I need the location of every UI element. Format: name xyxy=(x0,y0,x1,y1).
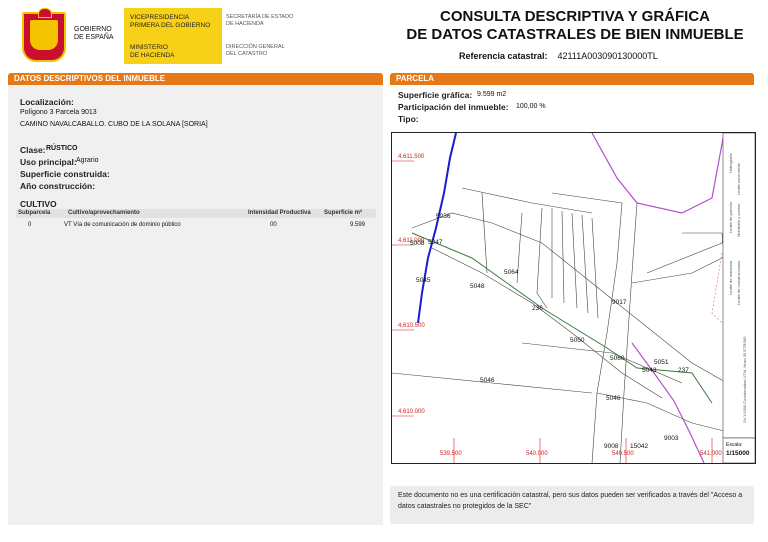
cultivo-title: CULTIVO xyxy=(20,199,57,209)
legend-hidrografia: Hidrografía xyxy=(728,153,733,173)
clase-label: Clase: xyxy=(20,145,46,155)
parcel-label: 9017 xyxy=(612,299,627,306)
x-tick-4: 541.000 xyxy=(700,451,722,457)
parcel-label: 15042 xyxy=(630,443,649,450)
y-tick-3: 4.610.500 xyxy=(398,323,425,329)
left-panel: Localización: Polígono 3 Parcela 9013 CA… xyxy=(8,85,383,525)
legend-zona-verde: Límite zona verde xyxy=(736,163,741,195)
ministerio-label: MINISTERIO DE HACIENDA xyxy=(130,44,175,59)
parcel-label: 5060 xyxy=(610,355,625,362)
parcel-label: 5046 xyxy=(480,377,495,384)
title-line-1: CONSULTA DESCRIPTIVA Y GRÁFICA xyxy=(439,8,710,25)
participacion-label: Participación del inmueble: xyxy=(398,102,509,112)
th-subparcela: Subparcela xyxy=(18,210,51,216)
cadastral-map[interactable]: 4.611.500 4.611.000 4.610.500 4.610.000 … xyxy=(391,132,756,464)
parcel-label: 236 xyxy=(532,305,543,312)
localizacion-label: Localización: xyxy=(20,97,74,107)
map-svg xyxy=(391,132,756,464)
td-subparcela: 0 xyxy=(28,222,32,228)
th-superficie: Superficie m² xyxy=(324,210,363,216)
sup-grafica-label: Superficie gráfica: xyxy=(398,90,473,100)
referencia-catastral: Referencia catastral: 42111A003090130000T… xyxy=(459,51,658,61)
right-section-header: PARCELA xyxy=(390,73,754,85)
parcel-label: 5047 xyxy=(428,239,443,246)
cultivo-table-header: Subparcela Cultivo/aprovechamiento Inten… xyxy=(16,209,376,218)
y-tick-4: 4.610.000 xyxy=(398,409,425,415)
government-header: GOBIERNO DE ESPAÑA VICEPRESIDENCIA PRIME… xyxy=(8,4,298,66)
gobierno-label: GOBIERNO DE ESPAÑA xyxy=(74,26,114,41)
ministry-yellow-block: VICEPRESIDENCIA PRIMERA DEL GOBIERNO MIN… xyxy=(124,8,222,64)
disclaimer-notice: Este documento no es una certificación c… xyxy=(390,486,754,524)
parcel-label: 5036 xyxy=(436,213,451,220)
parcel-label: 9008 xyxy=(604,443,619,450)
uso-value: Agrario xyxy=(76,157,99,164)
left-section-header: DATOS DESCRIPTIVOS DEL INMUEBLE xyxy=(8,73,383,85)
coat-of-arms-icon xyxy=(22,8,66,62)
localizacion-line-1: Polígono 3 Parcela 9013 xyxy=(20,109,97,116)
parcel-label: 5051 xyxy=(654,359,669,366)
y-tick-1: 4.611.500 xyxy=(398,154,425,160)
th-cultivo: Cultivo/aprovechamiento xyxy=(68,210,140,216)
ref-value: 42111A003090130000TL xyxy=(557,51,658,61)
parcel-label: 5064 xyxy=(504,269,519,276)
legend-manzana: Límite de manzana xyxy=(728,260,733,295)
river-path xyxy=(417,132,457,324)
parcel-label: 5048 xyxy=(470,283,485,290)
td-superficie: 9.599 xyxy=(350,222,366,228)
uso-label: Uso principal: xyxy=(20,157,77,167)
sup-grafica-value: 9.599 m2 xyxy=(477,91,507,98)
parcel-label: 5045 xyxy=(416,277,431,284)
tipo-label: Tipo: xyxy=(398,114,419,124)
scale-value: 1/15000 xyxy=(726,450,750,457)
superficie-construida-label: Superficie construida: xyxy=(20,169,110,179)
clase-value: RÚSTICO xyxy=(46,145,78,152)
title-line-2: DE DATOS CATASTRALES DE BIEN INMUEBLE xyxy=(406,26,744,43)
legend-mobiliario: Mobiliario y aceras xyxy=(736,203,741,237)
localizacion-line-2: CAMINO NAVALCABALLO. CUBO DE LA SOLANA [… xyxy=(20,121,208,128)
th-intensidad: Intensidad Productiva xyxy=(248,210,311,216)
x-tick-3: 540.500 xyxy=(612,451,634,457)
direccion-label: DIRECCIÓN GENERAL DEL CATASTRO xyxy=(226,44,285,57)
parcel-label: 5050 xyxy=(570,337,585,344)
vicepresidencia-label: VICEPRESIDENCIA PRIMERA DEL GOBIERNO xyxy=(130,14,211,29)
legend-construcciones: Límite de construcciones xyxy=(736,260,741,305)
td-cultivo: VT Vía de comunicación de dominio públic… xyxy=(64,222,181,228)
road-path-1 xyxy=(591,132,725,214)
legend-parcela: Límite de parcela xyxy=(728,202,733,233)
secretaria-label: SECRETARÍA DE ESTADO DE HACIENDA xyxy=(226,14,294,27)
ref-label: Referencia catastral: xyxy=(459,51,548,61)
parcel-label: 237 xyxy=(678,367,689,374)
anio-construccion-label: Año construcción: xyxy=(20,181,96,191)
page-title: CONSULTA DESCRIPTIVA Y GRÁFICA DE DATOS … xyxy=(395,8,755,44)
td-intensidad: 00 xyxy=(270,222,277,228)
parcel-9013-outline xyxy=(411,232,713,404)
participacion-value: 100,00 % xyxy=(516,103,546,110)
parcel-boundaries xyxy=(391,187,733,464)
parcel-label: 5043 xyxy=(642,367,657,374)
scale-label: Escala: xyxy=(726,442,743,448)
parcel-label: 5046 xyxy=(606,395,621,402)
x-tick-1: 539.500 xyxy=(440,451,462,457)
x-tick-2: 540.000 xyxy=(526,451,548,457)
parcel-label: 5008 xyxy=(410,240,425,247)
parcel-label: 9003 xyxy=(664,435,679,442)
table-row: 0 VT Vía de comunicación de dominio públ… xyxy=(16,221,376,230)
legend-coordenadas: S4 1:5000 Coordenadas UTM, Huso 30 ETRS8… xyxy=(742,336,747,424)
